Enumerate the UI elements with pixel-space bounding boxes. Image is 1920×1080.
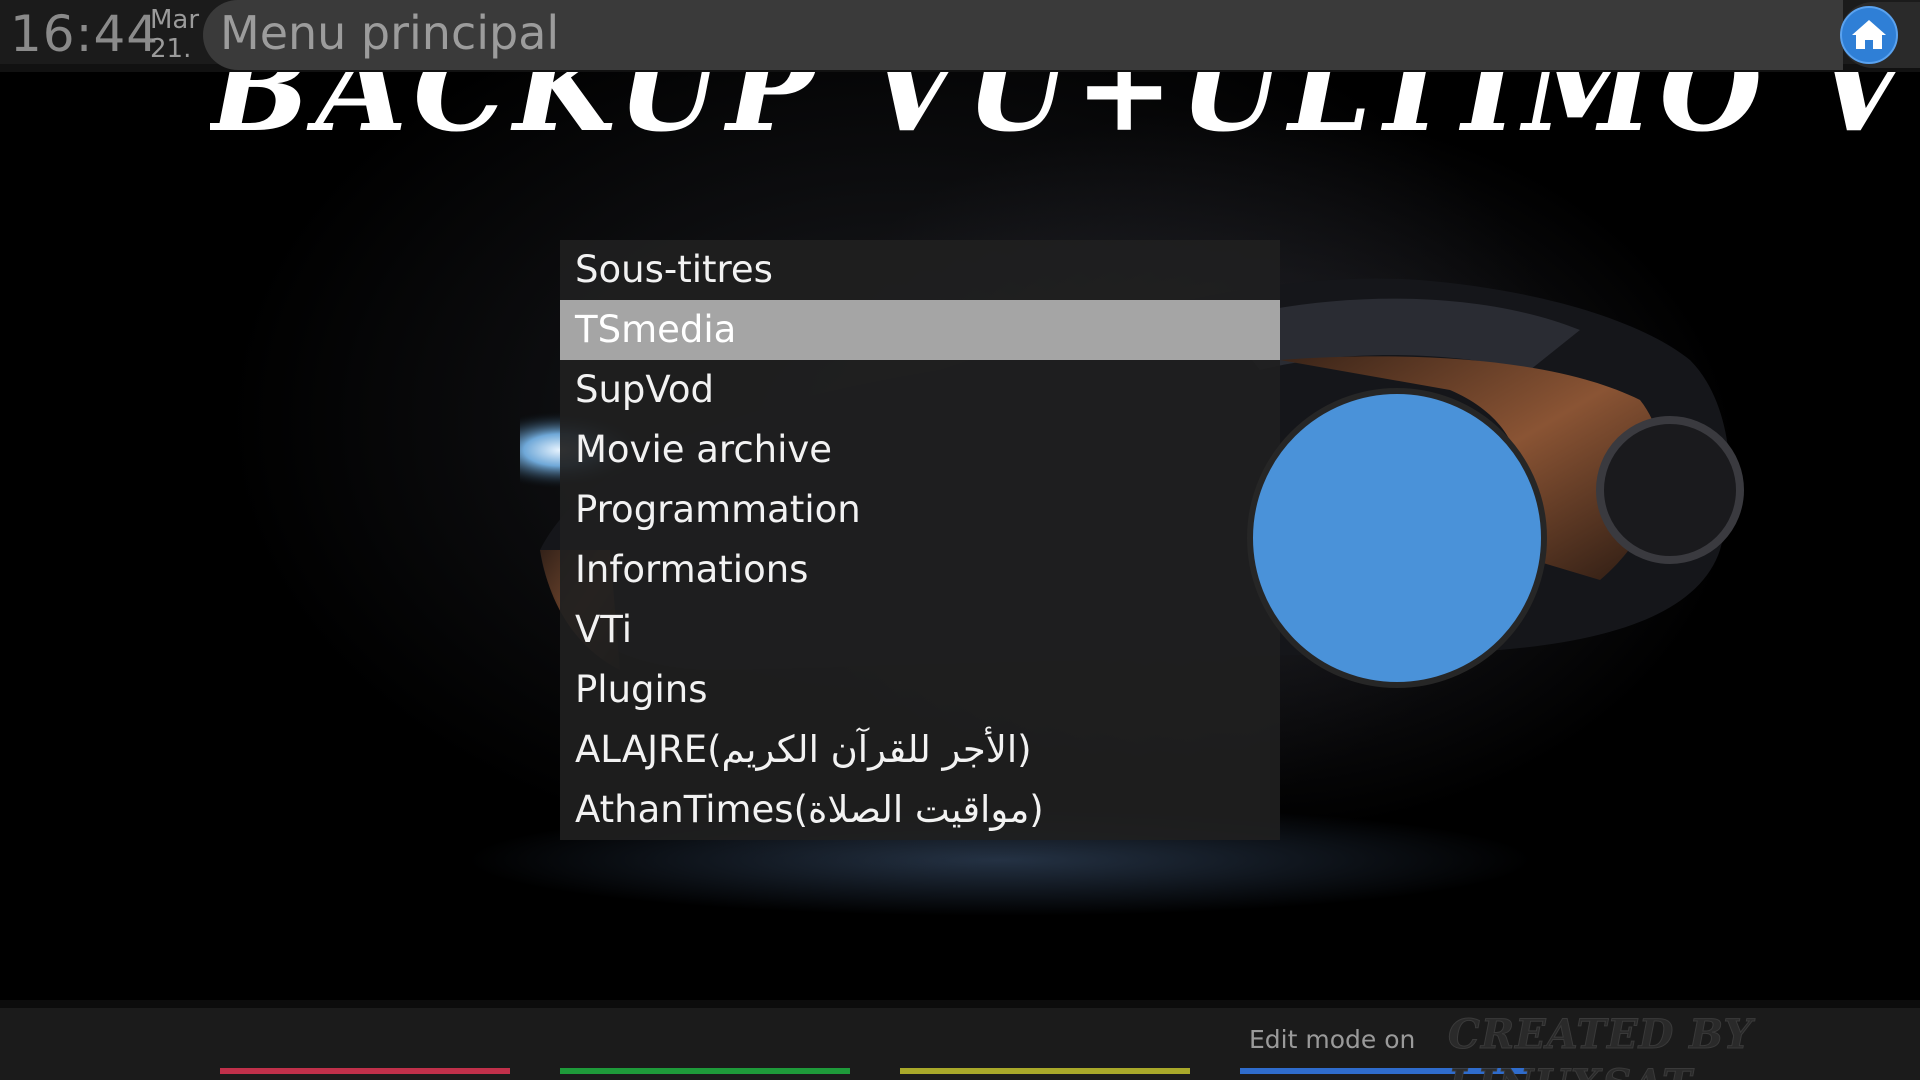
menu-item-label: AthanTimes(مواقيت الصلاة) [575,788,1044,831]
menu-item-programmation[interactable]: Programmation [560,480,1280,540]
menu-item-label: TSmedia [575,308,737,351]
main-menu-list: Sous-titres TSmedia SupVod Movie archive… [560,240,1280,840]
menu-item-label: VTi [575,608,633,651]
menu-item-vti[interactable]: VTi [560,600,1280,660]
menu-item-movie-archive[interactable]: Movie archive [560,420,1280,480]
menu-item-label: Programmation [575,488,861,531]
menu-item-label: SupVod [575,368,714,411]
menu-item-label: ALAJRE(الأجر للقرآن الكريم) [575,728,1032,771]
date-month: Mar [150,5,200,35]
edit-mode-status: Edit mode on [1249,1025,1416,1054]
menu-item-informations[interactable]: Informations [560,540,1280,600]
date-day: 21. [150,34,192,64]
menu-item-label: Movie archive [575,428,833,471]
menu-item-preview-icon [1247,388,1547,688]
menu-item-sous-titres[interactable]: Sous-titres [560,240,1280,300]
menu-item-tsmedia[interactable]: TSmedia [560,300,1280,360]
menu-item-supvod[interactable]: SupVod [560,360,1280,420]
menu-item-label: Plugins [575,668,708,711]
date: Mar 21. [150,6,199,64]
credit-watermark: CREATED BY LINUXSAT [1448,1011,1753,1080]
red-key-indicator[interactable] [220,1068,510,1074]
menu-item-plugins[interactable]: Plugins [560,660,1280,720]
clock: 16:44 [10,5,160,63]
home-icon[interactable] [1840,6,1898,64]
page-title: Menu principal [220,6,560,60]
menu-item-label: Sous-titres [575,248,773,291]
screen: BACKUP VU+ULTIMO VTI 16:44 Mar 21. Menu … [0,0,1920,1080]
menu-item-athantimes[interactable]: AthanTimes(مواقيت الصلاة) [560,780,1280,840]
home-glyph-icon [1852,20,1886,49]
menu-item-alajre[interactable]: ALAJRE(الأجر للقرآن الكريم) [560,720,1280,780]
green-key-indicator[interactable] [560,1068,850,1074]
yellow-key-indicator[interactable] [900,1068,1190,1074]
menu-item-label: Informations [575,548,809,591]
